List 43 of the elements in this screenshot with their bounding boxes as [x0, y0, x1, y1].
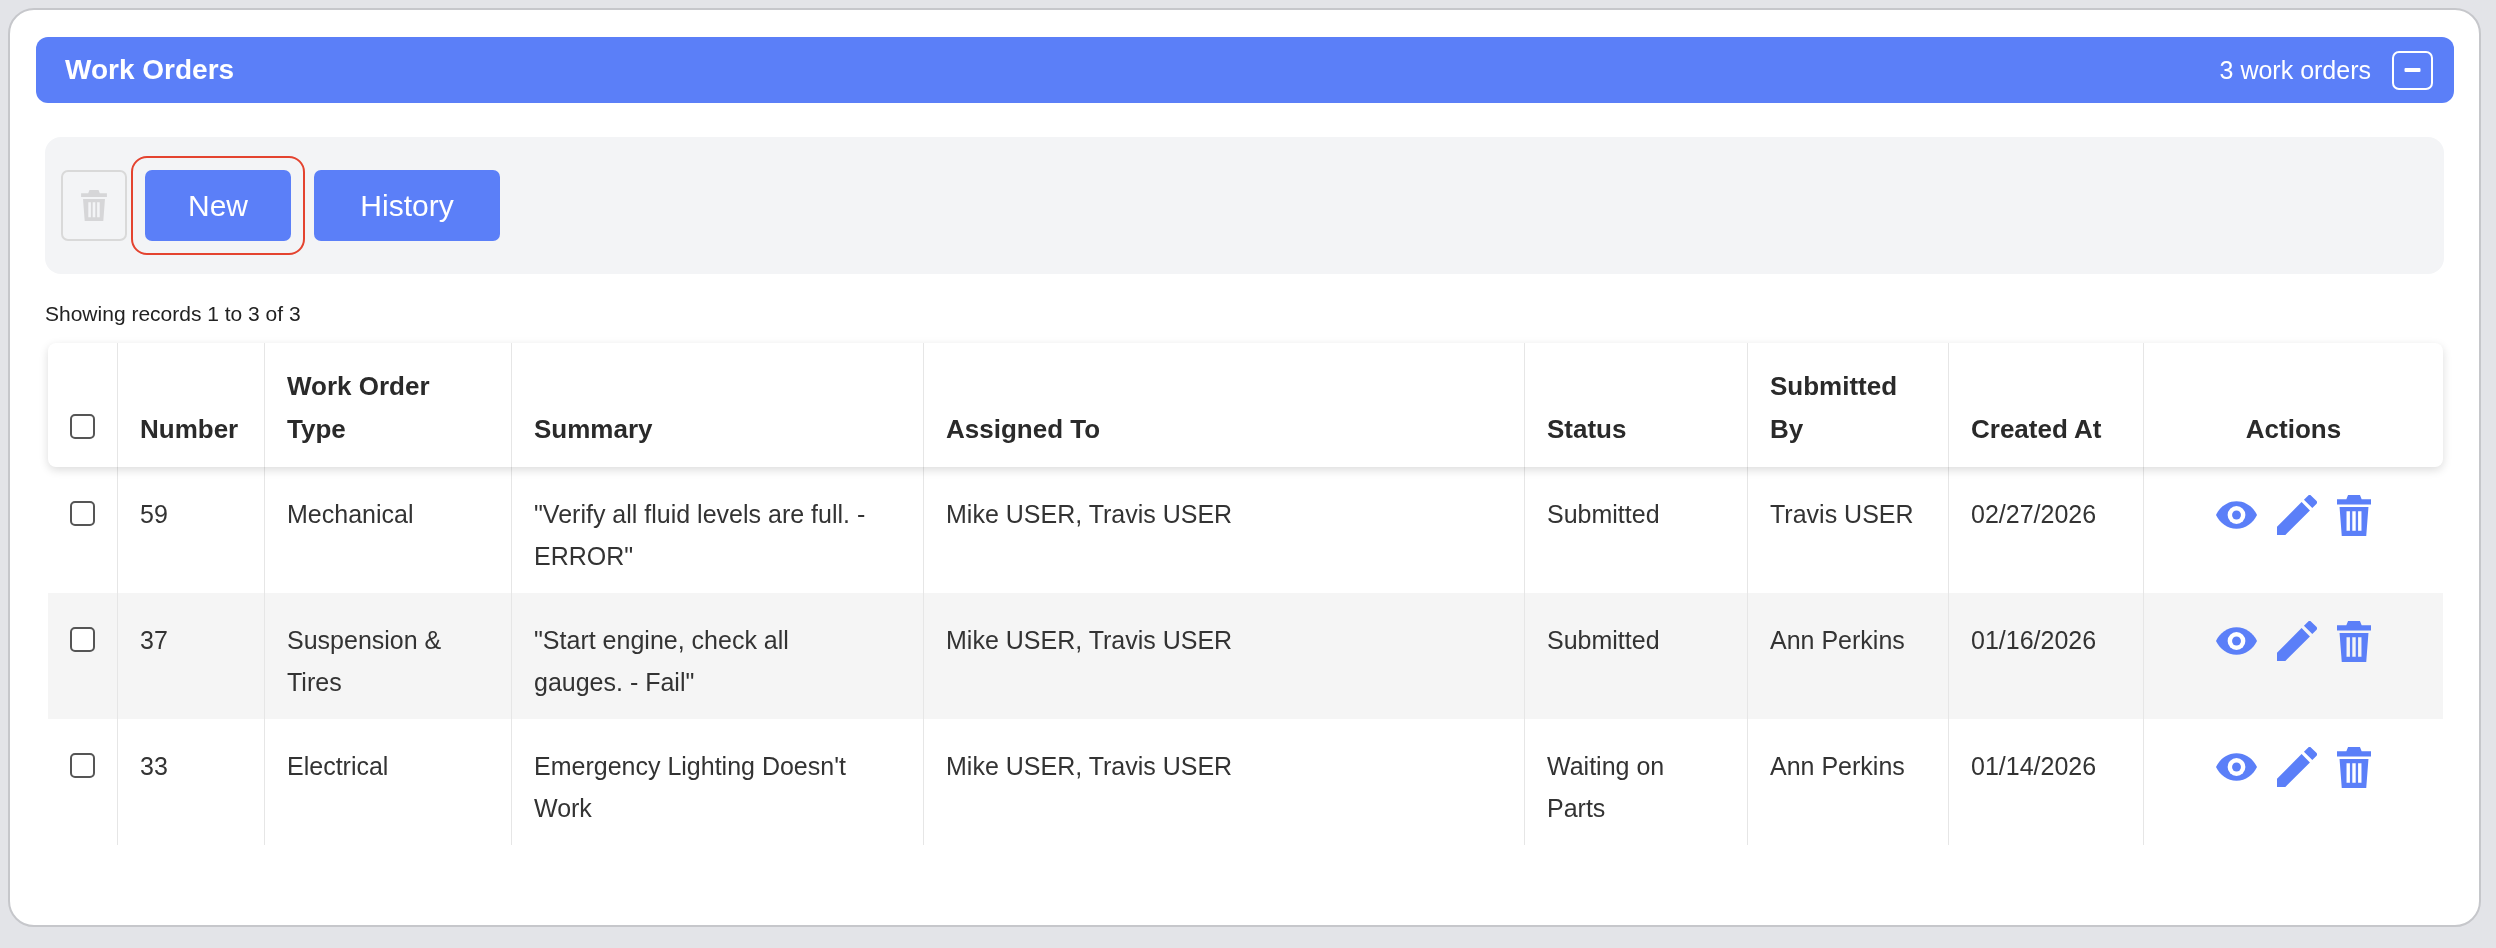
trash-icon [81, 190, 107, 221]
minus-icon [2404, 68, 2421, 72]
table-cell: 37 [117, 593, 264, 719]
pencil-icon[interactable] [2277, 495, 2317, 535]
row-checkbox[interactable] [70, 501, 95, 526]
table-cell: Electrical [264, 719, 511, 845]
table-cell: Mike USER, Travis USER [923, 593, 1524, 719]
table-cell: Emergency Lighting Doesn't Work [511, 719, 923, 845]
eye-icon[interactable] [2216, 501, 2257, 529]
table-cell: Ann Perkins [1747, 719, 1948, 845]
table-cell: 01/16/2026 [1948, 593, 2143, 719]
table-cell: 01/14/2026 [1948, 719, 2143, 845]
column-header: Number [117, 343, 264, 467]
eye-icon[interactable] [2216, 753, 2257, 781]
column-header: Created At [1948, 343, 2143, 467]
column-header: Status [1524, 343, 1747, 467]
pencil-icon[interactable] [2277, 621, 2317, 661]
table-cell: Suspension & Tires [264, 593, 511, 719]
column-header: Assigned To [923, 343, 1524, 467]
records-info: Showing records 1 to 3 of 3 [45, 301, 302, 327]
toolbar-button[interactable]: New [145, 170, 291, 241]
column-header: Work Order Type [264, 343, 511, 467]
pencil-icon[interactable] [2277, 747, 2317, 787]
column-header: Summary [511, 343, 923, 467]
toolbar-button[interactable]: History [314, 170, 500, 241]
trash-icon[interactable] [2337, 747, 2371, 788]
column-header: Submitted By [1747, 343, 1948, 467]
eye-icon[interactable] [2216, 627, 2257, 655]
table-cell: Submitted [1524, 593, 1747, 719]
select-all-checkbox[interactable] [70, 414, 95, 439]
row-checkbox[interactable] [70, 753, 95, 778]
trash-icon[interactable] [2337, 621, 2371, 662]
table-cell: "Start engine, check all gauges. - Fail" [511, 593, 923, 719]
table-cell: Mike USER, Travis USER [923, 719, 1524, 845]
record-count: 3 work orders [2219, 55, 2371, 85]
row-checkbox[interactable] [70, 627, 95, 652]
trash-icon[interactable] [2337, 495, 2371, 536]
column-header: Actions [2143, 343, 2443, 467]
table-cell: 33 [117, 719, 264, 845]
collapse-button[interactable] [2392, 50, 2433, 90]
table-cell: Ann Perkins [1747, 593, 1948, 719]
table-cell: Waiting on Parts [1524, 719, 1747, 845]
panel-title: Work Orders [65, 54, 236, 86]
